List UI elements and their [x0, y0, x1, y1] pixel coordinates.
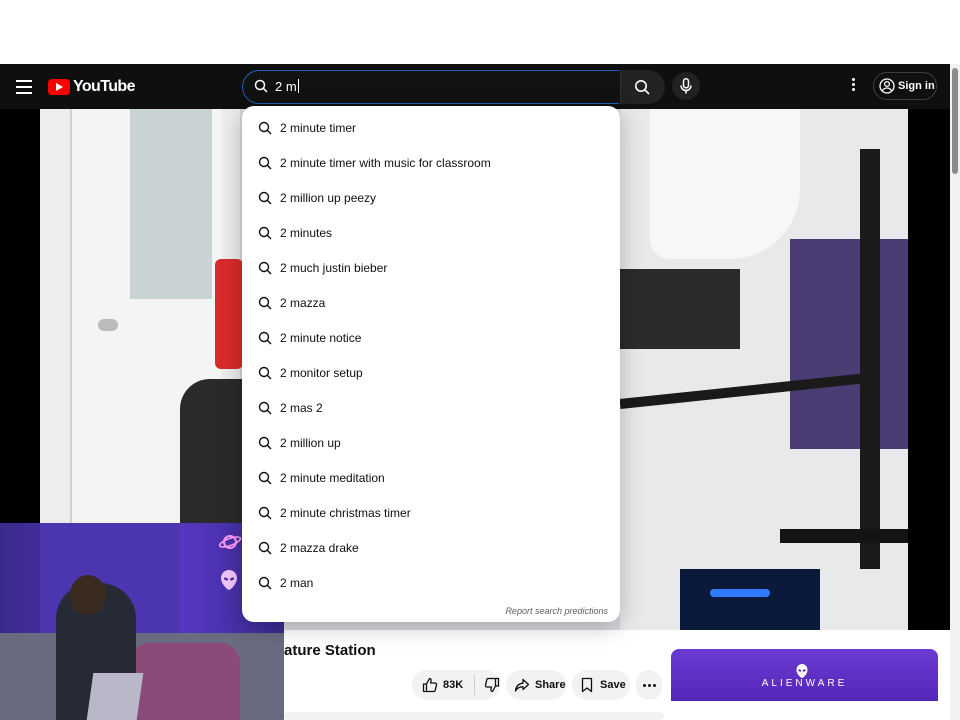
search-suggestions-dropdown: 2 minute timer 2 minute timer with music…	[242, 106, 620, 622]
like-button[interactable]: 83K	[412, 675, 475, 695]
share-arrow-icon	[514, 678, 530, 692]
search-icon	[258, 296, 272, 310]
more-actions-button[interactable]	[636, 670, 662, 700]
description-box-edge	[284, 712, 664, 720]
suggestion-item[interactable]: 2 minute timer	[242, 111, 620, 146]
thumbs-up-icon	[422, 677, 438, 693]
like-count: 83K	[443, 679, 464, 691]
scene-extinguisher	[215, 259, 243, 369]
scene-monitor-pole	[860, 149, 880, 569]
suggestion-text: 2 minute meditation	[280, 471, 385, 485]
ad-card-body	[671, 701, 938, 720]
like-dislike-group: 83K	[412, 670, 500, 700]
scene-desk	[620, 269, 740, 349]
suggestion-item[interactable]: 2 man	[242, 566, 620, 601]
account-circle-icon	[879, 78, 895, 94]
suggestion-item[interactable]: 2 mazza drake	[242, 531, 620, 566]
alien-head-logo-icon	[796, 664, 808, 678]
scrollbar-thumb[interactable]	[952, 68, 958, 174]
save-button[interactable]: Save	[572, 670, 630, 700]
scene-workstation	[619, 109, 908, 630]
scene-pc-glow	[680, 569, 820, 630]
neon-planet-icon	[218, 535, 242, 549]
suggestion-item[interactable]: 2 minute notice	[242, 321, 620, 356]
suggestion-text: 2 minute timer	[280, 121, 357, 135]
suggestion-text: 2 minute notice	[280, 331, 362, 345]
search-icon	[258, 576, 272, 590]
search-icon	[258, 226, 272, 240]
share-button[interactable]: Share	[506, 670, 566, 700]
webcam-person-head	[70, 575, 106, 615]
more-vertical-icon[interactable]	[846, 76, 860, 96]
masthead: YouTube 2 m Sign in	[0, 64, 950, 109]
suggestion-text: 2 mazza	[280, 296, 326, 310]
scene-purple-panel	[790, 239, 908, 449]
share-label: Share	[535, 679, 566, 691]
suggestion-text: 2 much justin bieber	[280, 261, 388, 275]
suggestion-item[interactable]: 2 mazza	[242, 286, 620, 321]
voice-search-button[interactable]	[672, 72, 700, 100]
search-icon	[258, 121, 272, 135]
suggestion-text: 2 minute christmas timer	[280, 506, 411, 520]
youtube-play-icon	[48, 79, 70, 95]
webcam-laptop	[86, 673, 144, 720]
suggestion-text: 2 mas 2	[280, 401, 323, 415]
video-title: ature Station	[284, 642, 376, 659]
suggestion-item[interactable]: 2 monitor setup	[242, 356, 620, 391]
suggestion-item[interactable]: 2 minute meditation	[242, 461, 620, 496]
top-blank-area	[0, 0, 960, 64]
search-icon	[258, 156, 272, 170]
search-icon	[254, 79, 268, 93]
webcam-blanket	[130, 643, 240, 720]
suggestion-text: 2 man	[280, 576, 314, 590]
scene-monitor	[650, 109, 800, 259]
alienware-ad-banner[interactable]: ALIENWARE	[671, 649, 938, 720]
search-button[interactable]	[620, 70, 665, 104]
suggestion-item[interactable]: 2 mas 2	[242, 391, 620, 426]
search-icon	[258, 506, 272, 520]
search-icon	[258, 366, 272, 380]
search-icon	[258, 191, 272, 205]
suggestion-item[interactable]: 2 much justin bieber	[242, 251, 620, 286]
report-predictions-link[interactable]: Report search predictions	[505, 606, 608, 616]
bookmark-icon	[581, 677, 593, 693]
search-icon	[258, 471, 272, 485]
suggestion-item[interactable]: 2 minute timer with music for classroom	[242, 146, 620, 181]
dislike-button[interactable]	[475, 677, 500, 693]
scene-arm-lower	[780, 529, 908, 543]
search-icon	[635, 80, 650, 95]
youtube-logo[interactable]: YouTube	[48, 77, 135, 97]
save-label: Save	[600, 679, 626, 691]
search-icon	[258, 331, 272, 345]
microphone-icon	[680, 78, 692, 94]
search-input[interactable]: 2 m	[242, 70, 619, 104]
suggestion-item[interactable]: 2 minutes	[242, 216, 620, 251]
suggestion-text: 2 million up	[280, 436, 341, 450]
ad-brand-text: ALIENWARE	[761, 678, 848, 689]
thumbs-down-icon	[484, 677, 500, 693]
search-icon	[258, 261, 272, 275]
sign-in-label: Sign in	[898, 80, 935, 92]
suggestion-text: 2 monitor setup	[280, 366, 363, 380]
neon-alien-icon	[221, 570, 237, 590]
suggestion-item[interactable]: 2 million up	[242, 426, 620, 461]
search-icon	[258, 436, 272, 450]
sign-in-button[interactable]: Sign in	[873, 72, 937, 100]
suggestion-text: 2 mazza drake	[280, 541, 359, 555]
suggestion-item[interactable]: 2 million up peezy	[242, 181, 620, 216]
suggestion-item[interactable]: 2 minute christmas timer	[242, 496, 620, 531]
suggestion-text: 2 minutes	[280, 226, 333, 240]
logo-text: YouTube	[73, 78, 135, 95]
suggestion-text: 2 million up peezy	[280, 191, 377, 205]
hamburger-icon[interactable]	[14, 76, 34, 96]
search-icon	[258, 541, 272, 555]
search-icon	[258, 401, 272, 415]
scene-door-handle	[98, 319, 118, 331]
scene-door-window	[130, 109, 212, 299]
suggestion-text: 2 minute timer with music for classroom	[280, 156, 491, 170]
search-query-text: 2 m	[275, 79, 299, 94]
